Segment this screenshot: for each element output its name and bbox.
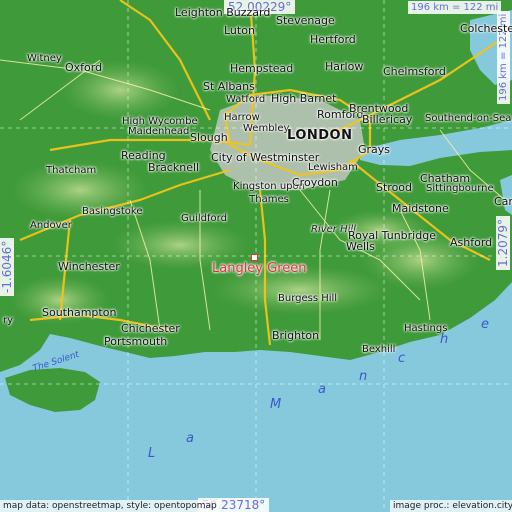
- place-salisbury-fragment: ry: [3, 315, 14, 326]
- sea-letter-a2: a: [318, 382, 326, 397]
- place-croydon: Croydon: [292, 176, 338, 189]
- place-bracknell: Bracknell: [148, 161, 200, 174]
- place-guildford: Guildford: [181, 213, 227, 224]
- place-chichester: Chichester: [121, 322, 180, 335]
- place-wembley: Wembley: [243, 123, 290, 134]
- sea-letter-n: n: [359, 369, 368, 384]
- sea-letter-a: a: [186, 431, 194, 446]
- scale-horizontal: 196 km = 122 mi: [408, 1, 502, 14]
- place-andover: Andover: [30, 220, 72, 231]
- place-maidstone: Maidstone: [392, 202, 449, 215]
- west-coordinate: -1.6046°: [0, 237, 14, 296]
- place-canterbury: Can: [494, 195, 512, 208]
- sea-letter-m: M: [270, 397, 282, 412]
- place-witney: Witney: [27, 53, 62, 64]
- sea-letter-h: h: [440, 332, 449, 347]
- place-thatcham: Thatcham: [46, 165, 97, 176]
- place-basingstoke: Basingstoke: [82, 206, 143, 217]
- place-lewisham: Lewisham: [308, 162, 358, 173]
- sea-letter-e: e: [481, 317, 489, 332]
- east-coordinate: 1.2079°: [496, 216, 510, 270]
- place-maidenhead: Maidenhead: [128, 126, 190, 137]
- place-luton: Luton: [224, 24, 255, 37]
- place-burgess-hill: Burgess Hill: [278, 293, 338, 304]
- place-bexhill: Bexhill: [362, 344, 396, 355]
- credit-image-proc: image proc.: elevation.city: [390, 500, 512, 512]
- map-view[interactable]: 52.00229° 50.23718° -1.6046° 1.2079° 196…: [0, 0, 512, 512]
- target-label[interactable]: Langley Green: [212, 261, 307, 276]
- place-chelmsford: Chelmsford: [383, 65, 446, 78]
- place-st-albans: St Albans: [203, 80, 255, 93]
- place-sittingbourne: Sittingbourne: [426, 183, 494, 194]
- place-harrow: Harrow: [224, 112, 260, 123]
- place-hertford: Hertford: [310, 33, 356, 46]
- place-london: LONDON: [287, 128, 353, 143]
- place-colchester: Colchester: [460, 22, 512, 35]
- place-watford: Watford: [226, 94, 266, 105]
- place-slough: Slough: [190, 131, 228, 144]
- place-high-barnet: High Barnet: [271, 92, 337, 105]
- place-wells: Wells: [346, 240, 375, 253]
- target-marker[interactable]: [251, 254, 258, 261]
- place-winchester: Winchester: [58, 260, 120, 273]
- place-leighton-buzzard: Leighton Buzzard: [175, 6, 271, 19]
- sea-letter-c: c: [398, 351, 406, 366]
- place-city-of-westminster: City of Westminster: [211, 151, 320, 164]
- sea-letter-l: L: [148, 446, 156, 461]
- place-ashford: Ashford: [450, 236, 493, 249]
- place-brighton: Brighton: [272, 329, 320, 342]
- isle-of-wight: [5, 368, 100, 412]
- place-grays: Grays: [358, 143, 391, 156]
- place-oxford: Oxford: [65, 61, 103, 74]
- credit-map-data: map data: openstreetmap, style: opentopo…: [0, 500, 220, 512]
- place-hempstead: Hempstead: [230, 62, 294, 75]
- place-harlow: Harlow: [325, 60, 364, 73]
- place-southampton: Southampton: [42, 306, 117, 319]
- place-stevenage: Stevenage: [276, 14, 335, 27]
- place-portsmouth: Portsmouth: [104, 335, 168, 348]
- place-strood: Strood: [376, 181, 413, 194]
- place-southend: Southend-on-Sea: [425, 113, 512, 124]
- place-billericay: Billericay: [362, 113, 413, 126]
